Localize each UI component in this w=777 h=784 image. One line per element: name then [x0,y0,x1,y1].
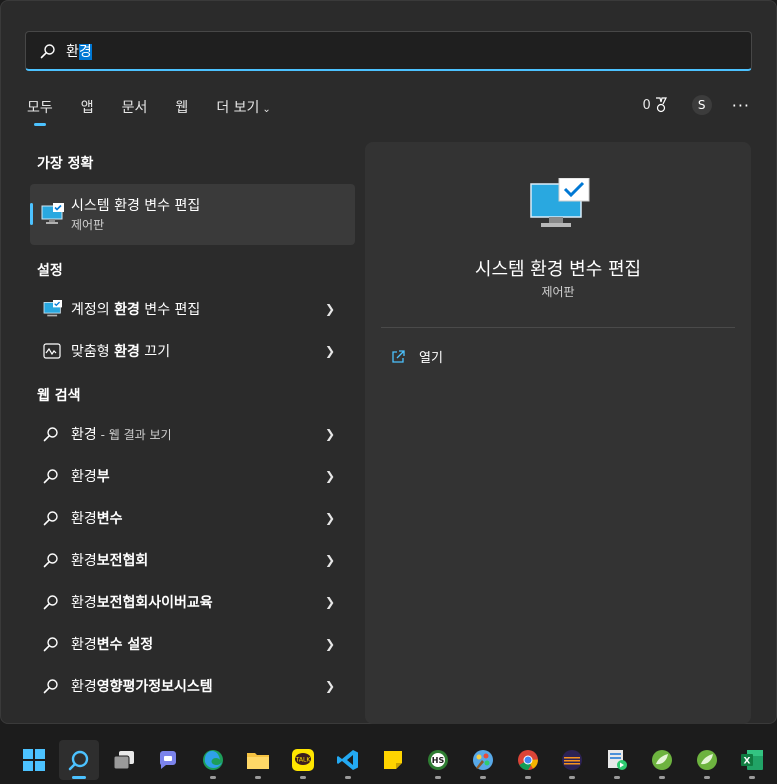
filter-tabs: 모두 앱 문서 웹 더 보기 ⌄ [25,91,297,125]
more-options-icon[interactable]: ··· [732,96,750,115]
eclipse-icon[interactable] [553,740,593,780]
toolbar: 0 S ··· [642,93,750,117]
web-item-env-association-cyber[interactable]: 환경보전협회사이버교육 ❯ [37,584,347,620]
teams-chat-icon[interactable] [149,740,189,780]
settings-item-account-env[interactable]: 계정의 환경 변수 편집 ❯ [37,291,347,327]
settings-item-label: 계정의 환경 변수 편집 [71,302,201,318]
web-item-label: 환경보전협회 [71,553,149,569]
detail-subtitle: 제어판 [541,285,575,299]
chrome-icon[interactable] [508,740,548,780]
tab-all[interactable]: 모두 [25,94,55,122]
task-view-icon[interactable] [104,740,144,780]
paint-icon[interactable] [463,740,503,780]
tab-more-label: 더 보기 [216,100,260,116]
kakaotalk-icon[interactable]: TALK [283,740,323,780]
taskbar-search-icon[interactable] [58,740,99,780]
sticky-notes-icon[interactable] [373,740,413,780]
spring-tool-suite-icon[interactable] [642,740,682,780]
result-detail-panel: 시스템 환경 변수 편집 제어판 열기 [365,142,751,724]
web-item-env-impact-system[interactable]: 환경영향평가정보시스템 ❯ [37,668,347,704]
chevron-down-icon: ⌄ [262,104,271,115]
settings-item-label: 맞춤형 환경 끄기 [71,344,171,360]
best-match-title: 시스템 환경 변수 편집 [71,198,201,214]
hancom-icon[interactable]: HS [418,740,458,780]
best-match-item[interactable]: 시스템 환경 변수 편집 제어판 [30,184,355,245]
web-item-label: 환경 - 웹 결과 보기 [71,427,172,443]
chevron-right-icon: ❯ [324,302,335,316]
search-icon [43,552,67,568]
tab-web[interactable]: 웹 [173,94,190,122]
spring-tool-suite-2-icon[interactable] [687,740,727,780]
web-item-env-bu[interactable]: 환경부 ❯ [37,458,347,494]
chevron-right-icon: ❯ [324,679,335,693]
search-query[interactable]: 환경 [66,41,92,61]
search-icon [43,594,67,610]
system-properties-icon [43,300,67,318]
svg-text:TALK: TALK [295,757,312,764]
search-icon [43,426,67,442]
tab-documents[interactable]: 문서 [120,94,150,122]
best-match-heading: 가장 정확 [37,156,94,172]
search-icon [43,468,67,484]
svg-text:X: X [743,757,750,767]
open-action[interactable]: 열기 [391,347,443,366]
web-item-label: 환경변수 [71,511,123,527]
search-icon [43,678,67,694]
rewards-points[interactable]: 0 [642,97,667,113]
open-external-icon [392,349,405,363]
web-item-env-association[interactable]: 환경보전협회 ❯ [37,542,347,578]
best-match-subtitle: 제어판 [71,218,105,232]
web-item-label: 환경영향평가정보시스템 [71,679,213,695]
remote-app-icon[interactable] [597,740,637,780]
web-search-heading: 웹 검색 [37,388,81,404]
tab-more[interactable]: 더 보기 ⌄ [214,94,272,122]
web-item-env-variables[interactable]: 환경변수 ❯ [37,500,347,536]
vscode-icon[interactable] [328,740,368,780]
chevron-right-icon: ❯ [324,511,335,525]
medal-icon [655,97,667,113]
web-item-label: 환경부 [71,469,110,485]
edge-icon[interactable] [194,740,234,780]
avatar[interactable]: S [691,95,712,115]
search-icon [43,510,67,526]
chevron-right-icon: ❯ [324,553,335,567]
selection-indicator [30,203,33,225]
search-icon [40,43,55,58]
settings-item-personalized-env[interactable]: 맞춤형 환경 끄기 ❯ [37,333,347,369]
settings-heading: 설정 [37,263,63,279]
detail-title: 시스템 환경 변수 편집 [474,259,642,280]
activity-icon [43,343,67,359]
chevron-right-icon: ❯ [324,637,335,651]
open-label: 열기 [419,351,443,366]
chevron-right-icon: ❯ [324,469,335,483]
chevron-right-icon: ❯ [324,344,335,358]
taskbar: TALK HS X [0,736,777,784]
web-item-env[interactable]: 환경 - 웹 결과 보기 ❯ [37,416,347,452]
points-count: 0 [642,97,651,113]
excel-icon[interactable]: X [732,740,772,780]
chevron-right-icon: ❯ [324,595,335,609]
file-explorer-icon[interactable] [238,740,278,780]
system-properties-icon [529,177,591,234]
svg-text:HS: HS [432,756,445,765]
web-item-label: 환경변수 설정 [71,637,154,653]
start-search-panel: 환경 모두 앱 문서 웹 더 보기 ⌄ 0 S ··· 가장 정확 시스템 환경 … [0,0,777,724]
windows-start-icon[interactable] [14,740,54,780]
divider [381,327,735,328]
search-icon [43,636,67,652]
search-input[interactable]: 환경 [25,31,752,71]
web-item-env-variables-settings[interactable]: 환경변수 설정 ❯ [37,626,347,662]
tab-apps[interactable]: 앱 [79,94,96,122]
web-item-label: 환경보전협회사이버교육 [71,595,213,611]
system-properties-icon [41,203,65,229]
chevron-right-icon: ❯ [324,427,335,441]
